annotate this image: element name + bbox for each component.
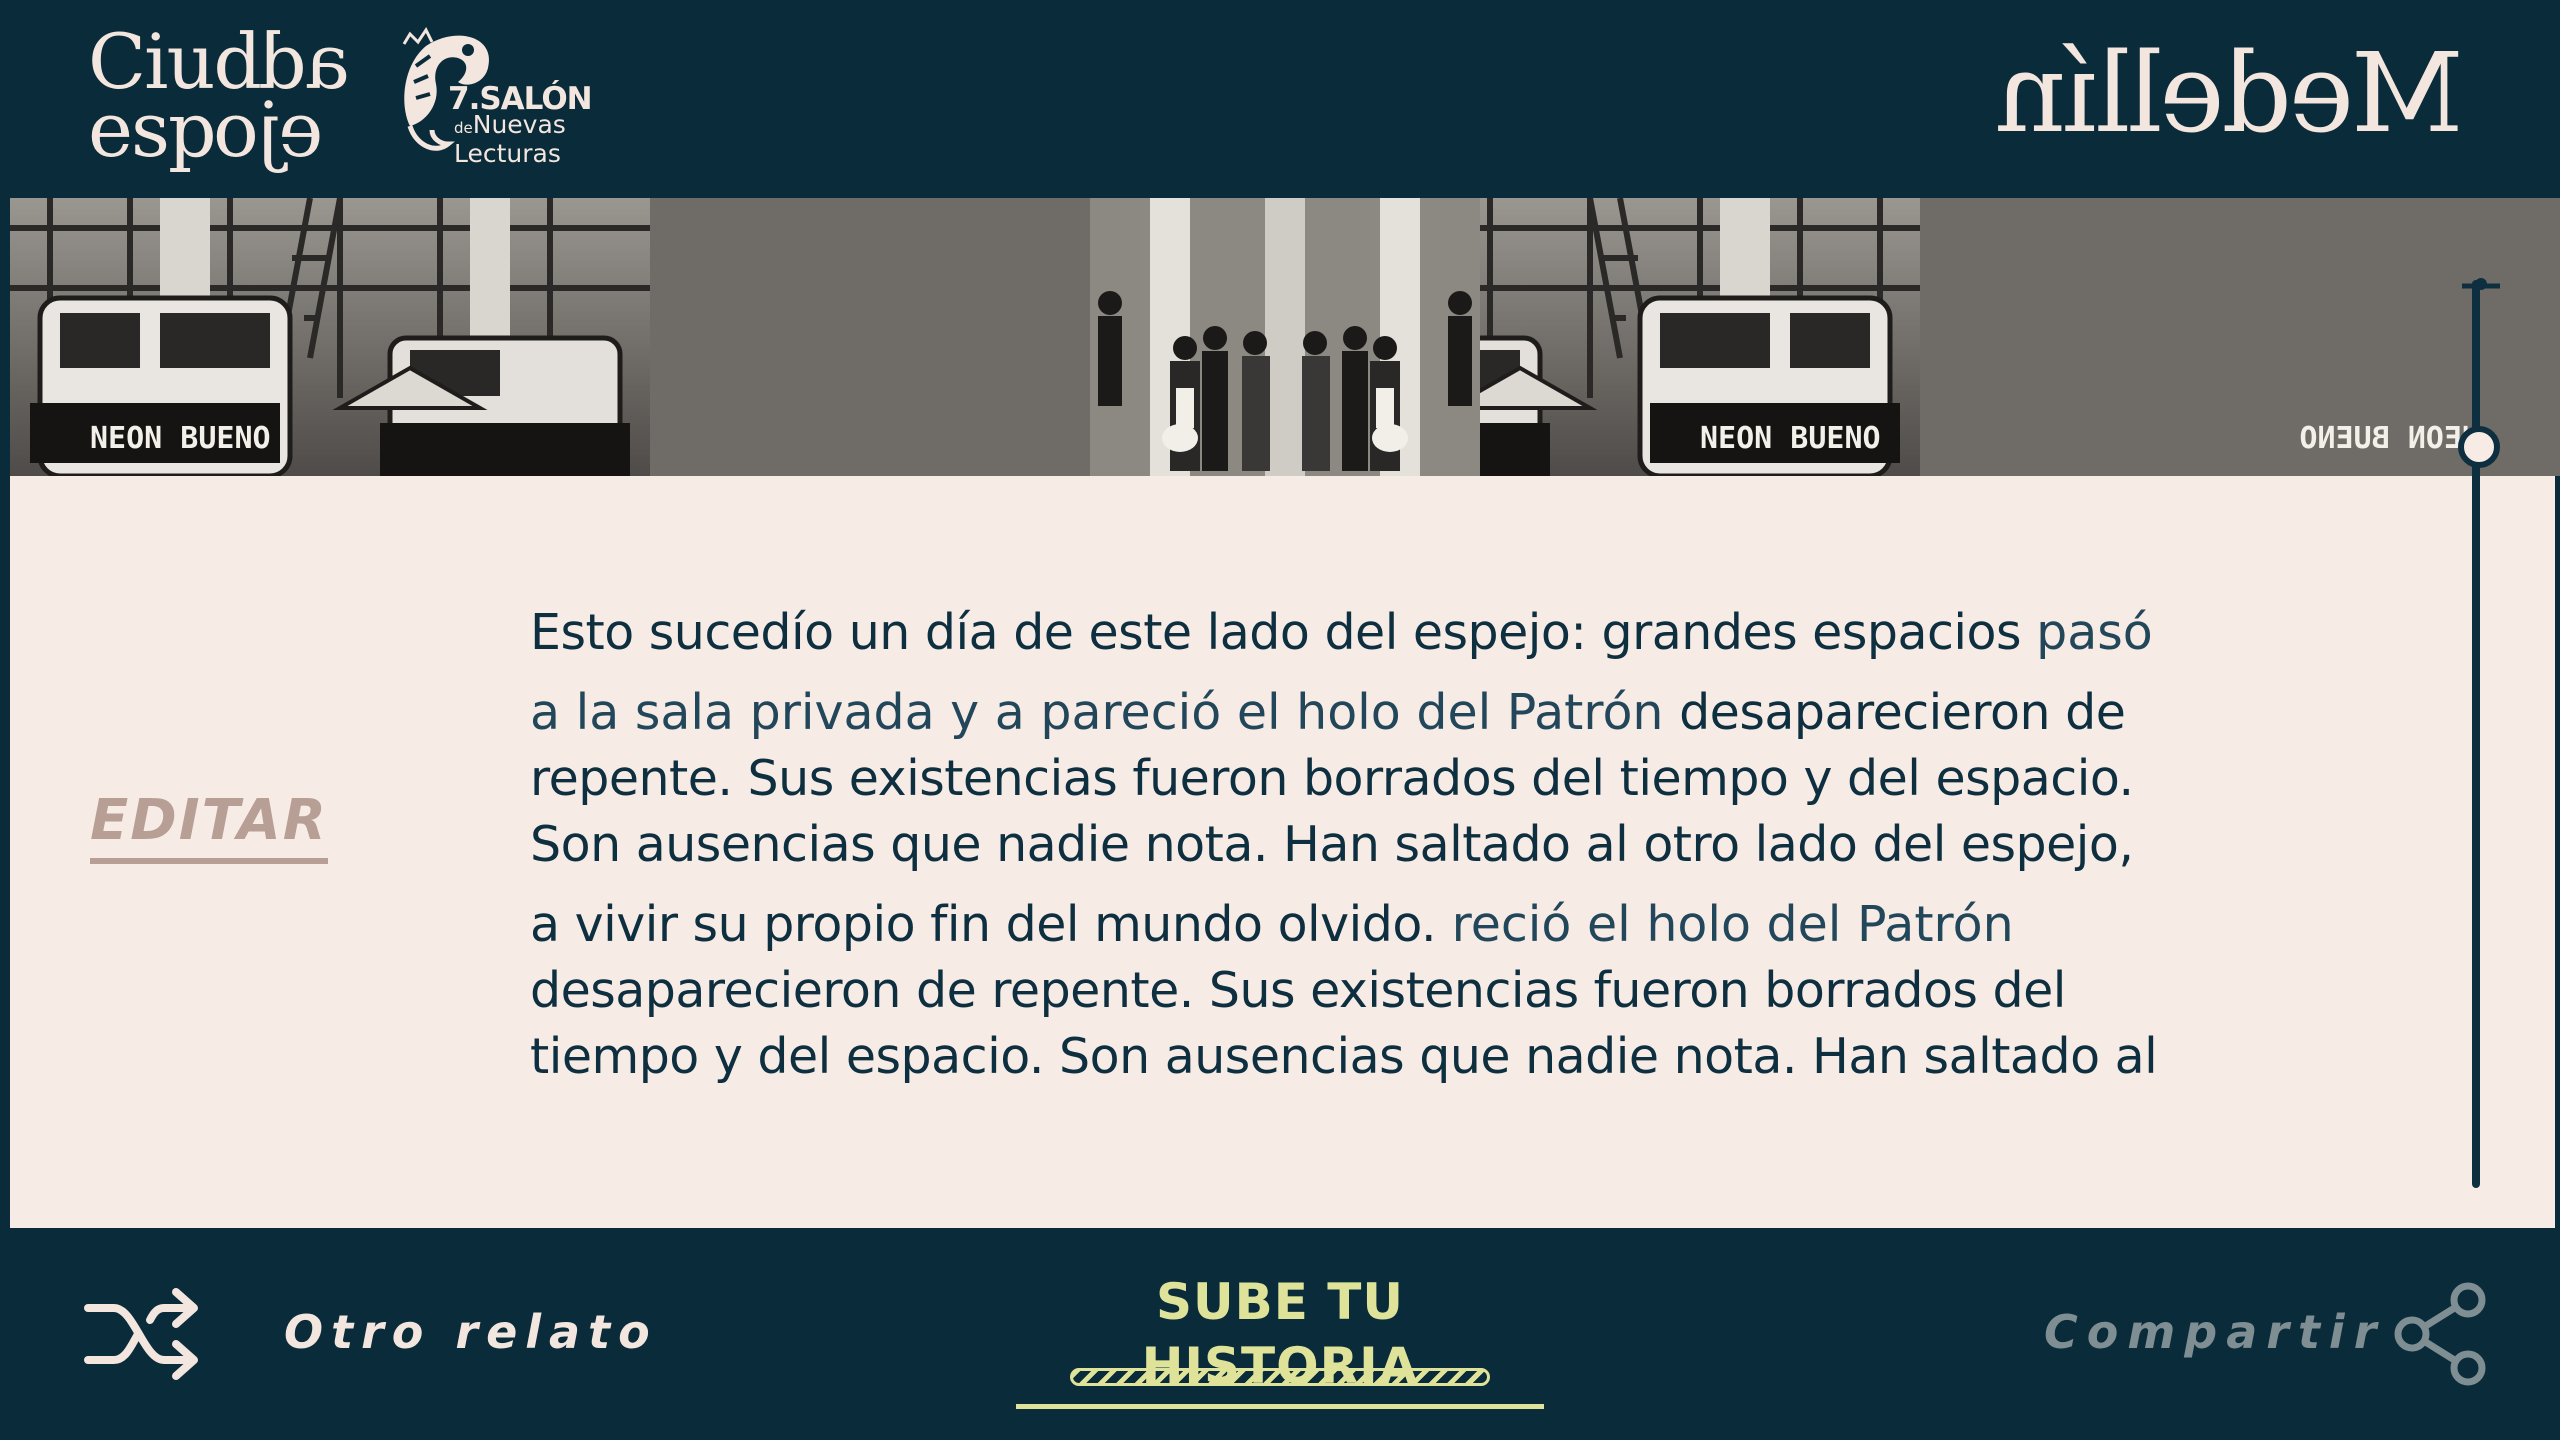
other-story-button[interactable]: Otro relato	[284, 1302, 658, 1362]
edit-button[interactable]: EDITAR	[90, 786, 328, 864]
archive-photo: NEON BUENO NEON BUENO NEON BUENO	[10, 198, 2480, 476]
story-line: tiempo y del espacio. Son ausencias que …	[530, 1024, 2350, 1090]
story-line: Esto sucedío un día de este lado del esp…	[530, 600, 2350, 666]
scrollbar-cap-icon	[2462, 278, 2500, 290]
upload-story-label[interactable]: SUBE TU HISTORIA	[1016, 1270, 1544, 1409]
story-line: a la sala privada y a pareció el holo de…	[530, 680, 2350, 746]
salon-line3: Lecturas	[454, 139, 561, 168]
story-text-segment-light: a la sala privada y a pareció el holo de…	[530, 684, 1680, 741]
medellin-logo: Medellín	[1998, 29, 2464, 157]
story-panel: EDITAR Esto sucedío un día de este lado …	[10, 476, 2555, 1228]
scrollbar-track[interactable]	[2472, 280, 2480, 1188]
app-screen: Ciudad espejo 7.SALÓN deNuevas Lecturas …	[0, 0, 2560, 1440]
logo-text-mirrored: ejo	[214, 85, 323, 174]
share-icon[interactable]	[2390, 1280, 2490, 1388]
upload-story-button[interactable]: SUBE TU HISTORIA	[1016, 1270, 1544, 1409]
shuffle-icon[interactable]	[84, 1284, 204, 1384]
salon-nuevas-lecturas-logo: 7.SALÓN deNuevas Lecturas	[396, 26, 593, 176]
story-text-segment: Son ausencias que nadie nota. Han saltad…	[530, 816, 2134, 873]
story-text-segment-light: pasó	[2036, 604, 2153, 661]
story-text: Esto sucedío un día de este lado del esp…	[530, 600, 2350, 1090]
banner-sign-text-right: NEON BUENO	[1700, 421, 1881, 456]
story-text-segment: Esto sucedío un día de este lado del esp…	[530, 604, 2037, 661]
logo-text-part: esp	[88, 85, 217, 174]
share-label[interactable]: Compartir	[2044, 1302, 2385, 1362]
header: Ciudad espejo 7.SALÓN deNuevas Lecturas …	[0, 0, 2560, 198]
banner-sign-text-mirrored: NEON BUENO	[2299, 421, 2480, 456]
banner-sign-text: NEON BUENO	[90, 421, 271, 456]
story-line: repente. Sus existencias fueron borrados…	[530, 746, 2350, 812]
story-line: Son ausencias que nadie nota. Han saltad…	[530, 812, 2350, 878]
story-text-segment: repente. Sus existencias fueron borrados…	[530, 750, 2134, 807]
story-text-segment: desaparecieron de repente. Sus existenci…	[530, 962, 2066, 1019]
salon-line2: Nuevas	[472, 110, 566, 139]
salon-de: de	[454, 119, 473, 137]
footer-bar: Otro relato SUBE TU HISTORIA Compartir	[0, 1228, 2560, 1440]
story-text-segment-light: reció el holo del Patrón	[1436, 896, 2014, 953]
mirrored-photo-banner: NEON BUENO NEON BUENO NEON BUENO	[10, 198, 2560, 476]
story-line: a vivir su propio fin del mundo olvido. …	[530, 892, 2350, 958]
upload-progress-bar	[1070, 1368, 1490, 1386]
scrollbar-thumb[interactable]	[2458, 426, 2500, 468]
story-text-segment: desaparecieron de	[1679, 684, 2126, 741]
ciudad-espejo-logo: Ciudad espejo	[88, 17, 378, 176]
story-text-segment: tiempo y del espacio. Son ausencias que …	[530, 1028, 2158, 1085]
story-line: desaparecieron de repente. Sus existenci…	[530, 958, 2350, 1024]
story-text-segment: a vivir su propio fin del mundo olvido.	[530, 896, 1437, 953]
